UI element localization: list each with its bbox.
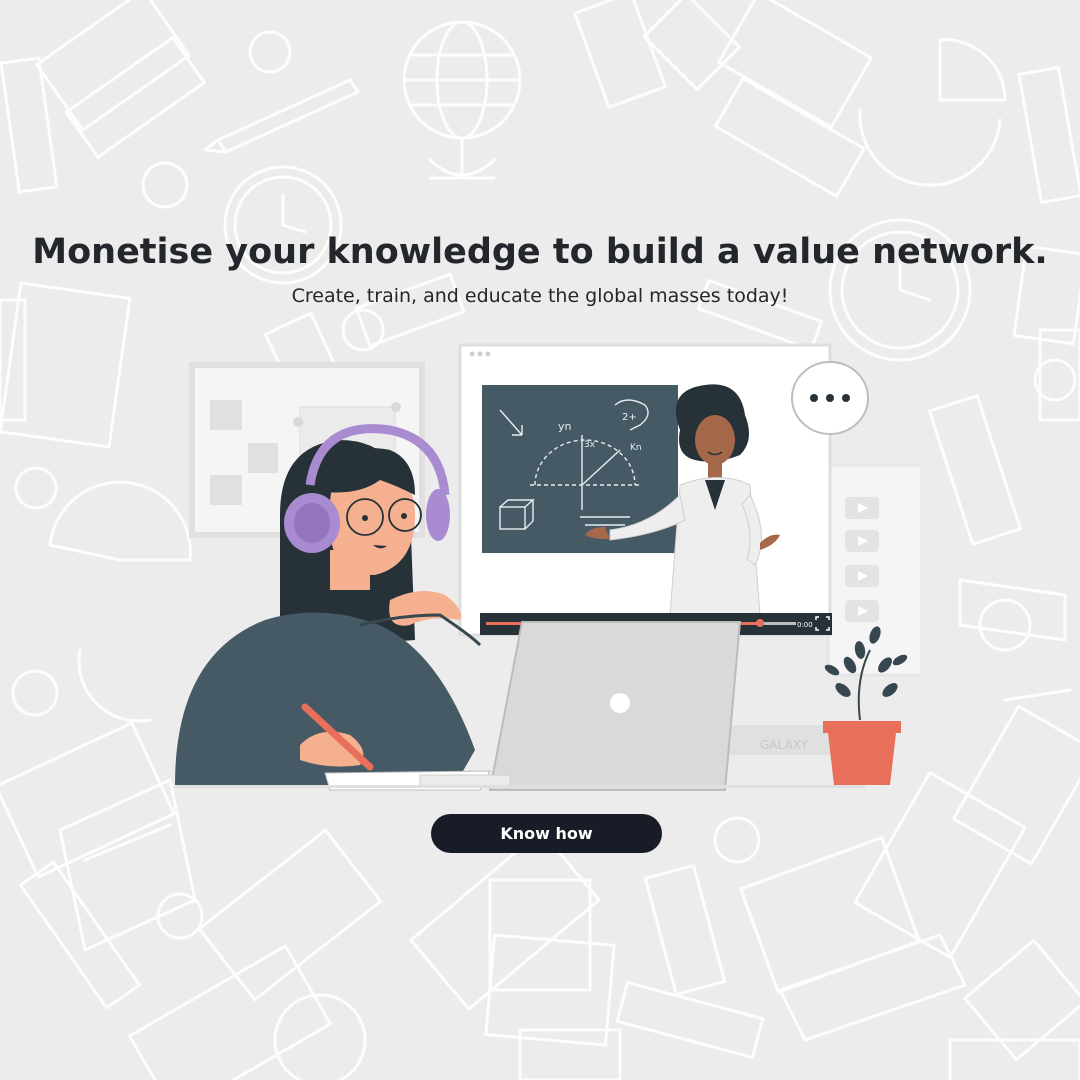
books-stack: GALAXY [715, 725, 835, 785]
online-learning-illustration: yn 2+ 3x Kn 0:00 GALAXY [175, 343, 920, 791]
book-icon [35, 0, 206, 159]
know-how-button[interactable]: Know how [431, 814, 662, 853]
board-text-kn: Kn [630, 443, 642, 453]
video-time: 0:00 [797, 621, 813, 629]
speech-bubble-icon [791, 361, 869, 435]
laptop-icon [0, 281, 132, 449]
video-player-window: yn 2+ 3x Kn 0:00 [458, 343, 869, 637]
laptop-icon [739, 836, 967, 1042]
page-subtitle: Create, train, and educate the global ma… [291, 285, 789, 307]
laptop-icon [419, 621, 742, 791]
globe-icon [402, 20, 522, 180]
board-text-3x: 3x [584, 440, 596, 450]
board-text-2plus: 2+ [622, 412, 637, 423]
video-sidebar [826, 463, 920, 677]
pencil-icon [203, 78, 360, 154]
book-spine-text: GALAXY [760, 738, 809, 752]
board-text-yn: yn [558, 420, 572, 433]
page-title: Monetise your knowledge to build a value… [32, 232, 1048, 272]
